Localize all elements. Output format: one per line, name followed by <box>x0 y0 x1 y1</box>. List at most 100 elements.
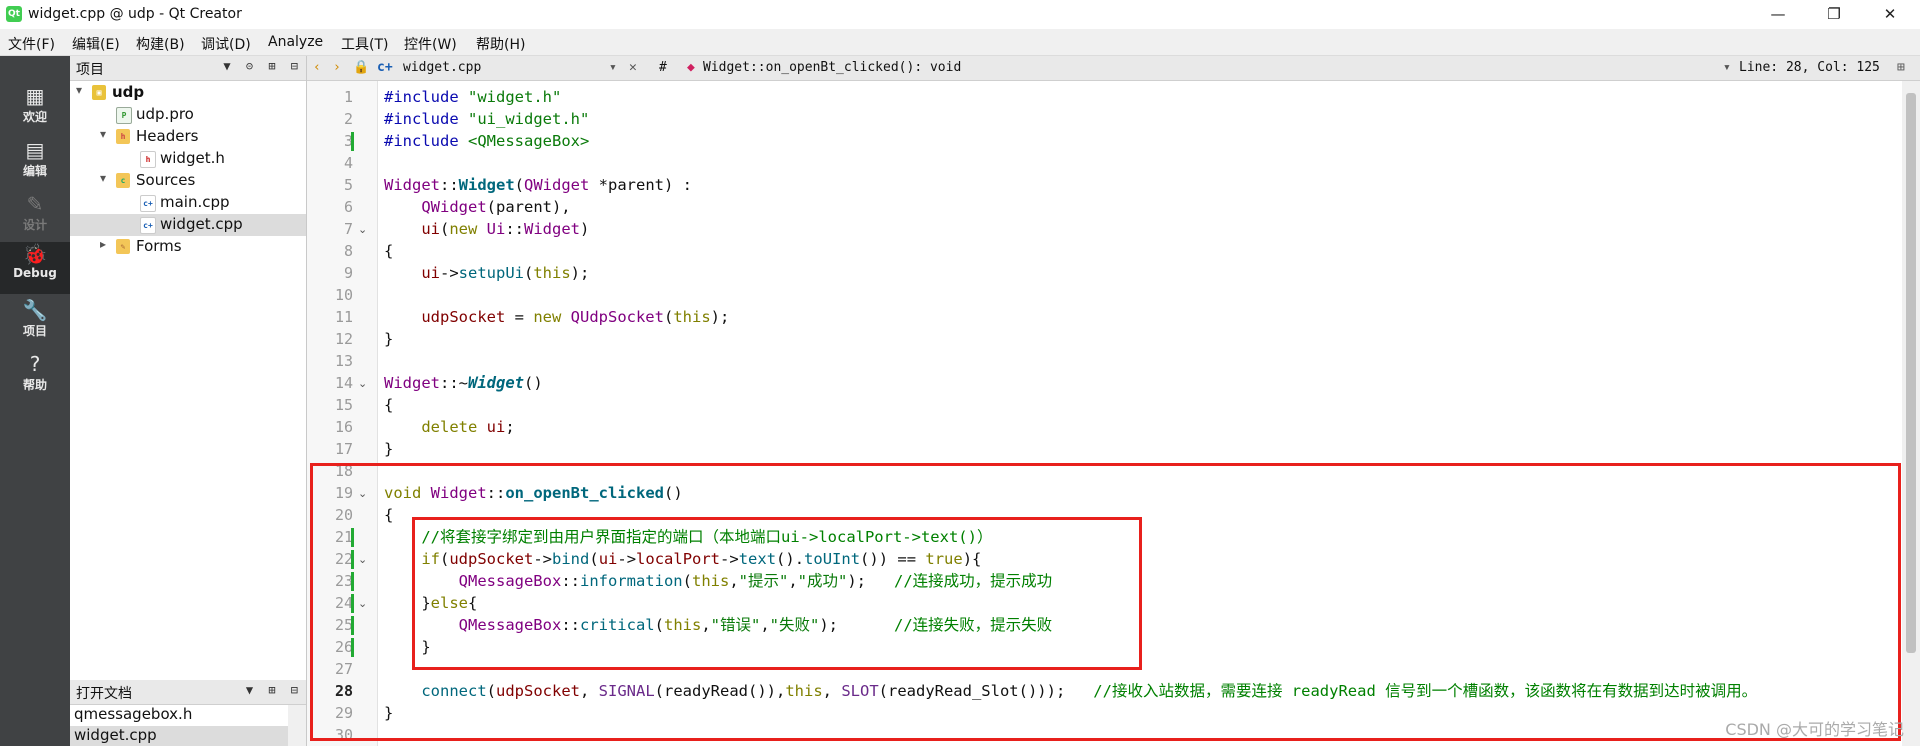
line-number: 10 <box>334 286 353 304</box>
cpp-file-icon: c+ <box>140 217 156 234</box>
menu-help[interactable]: 帮助(H) <box>476 34 525 54</box>
code-token: *parent) : <box>589 176 692 194</box>
menu-controls[interactable]: 控件(W) <box>404 34 457 54</box>
tree-item-widget-cpp[interactable]: c+ widget.cpp <box>70 214 306 236</box>
forward-arrow-icon[interactable]: › <box>333 60 341 75</box>
lock-icon: 🔒 <box>353 60 370 75</box>
qt-logo-icon: Qt <box>6 6 22 22</box>
code-token: "widget.h" <box>468 88 562 106</box>
code-line[interactable]: } <box>384 438 393 460</box>
projects-pane-header: 项目 ▼ ⊝ ⊞ ⊟ <box>70 56 306 81</box>
tree-item-headers[interactable]: ▾ h Headers <box>70 126 306 148</box>
code-line[interactable]: Widget::Widget(QWidget *parent) : <box>384 174 692 196</box>
tree-item-widget-h[interactable]: h widget.h <box>70 148 306 170</box>
mode-edit[interactable]: ▤ 编辑 <box>0 138 70 190</box>
line-number: 16 <box>334 418 353 436</box>
code-token: () <box>524 374 543 392</box>
current-file-name[interactable]: widget.cpp <box>403 60 481 75</box>
chevron-down-icon[interactable]: ▾ <box>100 127 106 141</box>
code-line[interactable]: } <box>384 328 393 350</box>
code-line[interactable]: { <box>384 240 393 262</box>
function-symbol-icon: ◆ <box>687 60 695 75</box>
code-line[interactable]: { <box>384 394 393 416</box>
line-number: 11 <box>334 308 353 326</box>
editor-scrollbar[interactable] <box>1902 81 1920 746</box>
project-icon: ▣ <box>92 85 106 100</box>
chevron-down-icon[interactable]: ▾ <box>1723 60 1731 75</box>
menu-debug[interactable]: 调试(D) <box>201 34 251 54</box>
chevron-right-icon[interactable]: ▸ <box>100 237 106 251</box>
chevron-down-icon[interactable]: ▾ <box>100 171 106 185</box>
pane-toolbar[interactable]: ▼ ⊞ ⊟ <box>246 683 302 697</box>
mode-debug[interactable]: 🐞 Debug <box>0 242 70 294</box>
code-token: setupUi <box>458 264 524 282</box>
line-number: 2 <box>343 110 353 128</box>
open-doc-item[interactable]: qmessagebox.h <box>70 705 292 725</box>
code-token: :: <box>505 220 525 238</box>
scrollbar-thumb[interactable] <box>1906 93 1916 653</box>
code-token: QWidget <box>421 198 487 216</box>
tree-item-sources[interactable]: ▾ c Sources <box>70 170 306 192</box>
menu-analyze[interactable]: Analyze <box>268 34 323 50</box>
code-token: ); <box>710 308 730 326</box>
folder-icon: ✎ <box>116 239 130 254</box>
mode-projects[interactable]: 🔧 项目 <box>0 298 70 350</box>
code-line[interactable]: #include <QMessageBox> <box>384 130 589 152</box>
line-number: 5 <box>343 176 353 194</box>
close-file-icon[interactable]: ✕ <box>629 60 637 75</box>
code-line[interactable]: ui(new Ui::Widget) <box>384 218 589 240</box>
tree-item-forms[interactable]: ▸ ✎ Forms <box>70 236 306 258</box>
chevron-down-icon[interactable]: ▾ <box>609 60 617 75</box>
code-token: ) <box>580 220 590 238</box>
folder-icon: h <box>116 129 130 144</box>
tree-item-udp[interactable]: ▾ ▣ udp <box>70 82 306 104</box>
menu-tools[interactable]: 工具(T) <box>341 34 388 54</box>
cpp-file-icon: c+ <box>140 195 156 212</box>
menu-edit[interactable]: 编辑(E) <box>72 34 120 54</box>
symbol-selector[interactable]: Widget::on_openBt_clicked(): void <box>703 60 961 75</box>
code-token: { <box>384 242 394 260</box>
split-icon[interactable]: ⊞ <box>1897 60 1905 75</box>
mode-help[interactable]: ? 帮助 <box>0 352 70 404</box>
tree-item-main-cpp[interactable]: c+ main.cpp <box>70 192 306 214</box>
code-token: ); <box>570 264 590 282</box>
menu-bar: 文件(F) 编辑(E) 构建(B) 调试(D) Analyze 工具(T) 控件… <box>0 29 1920 56</box>
mode-welcome[interactable]: ▦ 欢迎 <box>0 84 70 136</box>
code-line[interactable]: Widget::~Widget() <box>384 372 543 394</box>
chevron-down-icon[interactable]: ▾ <box>76 83 82 97</box>
menu-build[interactable]: 构建(B) <box>136 34 185 54</box>
hash-indicator: # <box>659 60 667 75</box>
code-line[interactable]: udpSocket = new QUdpSocket(this); <box>384 306 729 328</box>
menu-file[interactable]: 文件(F) <box>8 34 55 54</box>
cpp-file-icon: c+ <box>377 60 393 75</box>
pane-toolbar[interactable]: ▼ ⊝ ⊞ ⊟ <box>223 59 302 73</box>
code-line[interactable]: QWidget(parent), <box>384 196 570 218</box>
code-token: } <box>384 330 394 348</box>
window-title: widget.cpp @ udp - Qt Creator <box>28 6 242 22</box>
code-line[interactable]: delete ui; <box>384 416 514 438</box>
code-token: "ui_widget.h" <box>468 110 590 128</box>
close-button[interactable]: ✕ <box>1862 0 1918 29</box>
code-token: ( <box>514 176 525 194</box>
line-number: 15 <box>334 396 353 414</box>
minimize-button[interactable]: — <box>1750 0 1806 29</box>
fold-chevron-icon[interactable]: ⌄ <box>358 377 367 390</box>
code-token: #include <box>384 110 468 128</box>
tree-item-udp-pro[interactable]: P udp.pro <box>70 104 306 126</box>
change-marker <box>351 132 354 151</box>
code-line[interactable]: #include "ui_widget.h" <box>384 108 589 130</box>
code-line[interactable]: ui->setupUi(this); <box>384 262 589 284</box>
open-docs-scrollbar[interactable] <box>288 705 306 746</box>
folder-icon: c <box>116 173 130 188</box>
back-arrow-icon[interactable]: ‹ <box>313 60 321 75</box>
maximize-button[interactable]: ❐ <box>1806 0 1862 29</box>
code-token: ( <box>663 308 674 326</box>
code-token: Widget <box>524 220 581 238</box>
code-token: = <box>505 308 534 326</box>
open-doc-item[interactable]: widget.cpp <box>70 726 292 746</box>
mode-design[interactable]: ✎ 设计 <box>0 192 70 244</box>
fold-chevron-icon[interactable]: ⌄ <box>358 223 367 236</box>
code-line[interactable]: #include "widget.h" <box>384 86 561 108</box>
